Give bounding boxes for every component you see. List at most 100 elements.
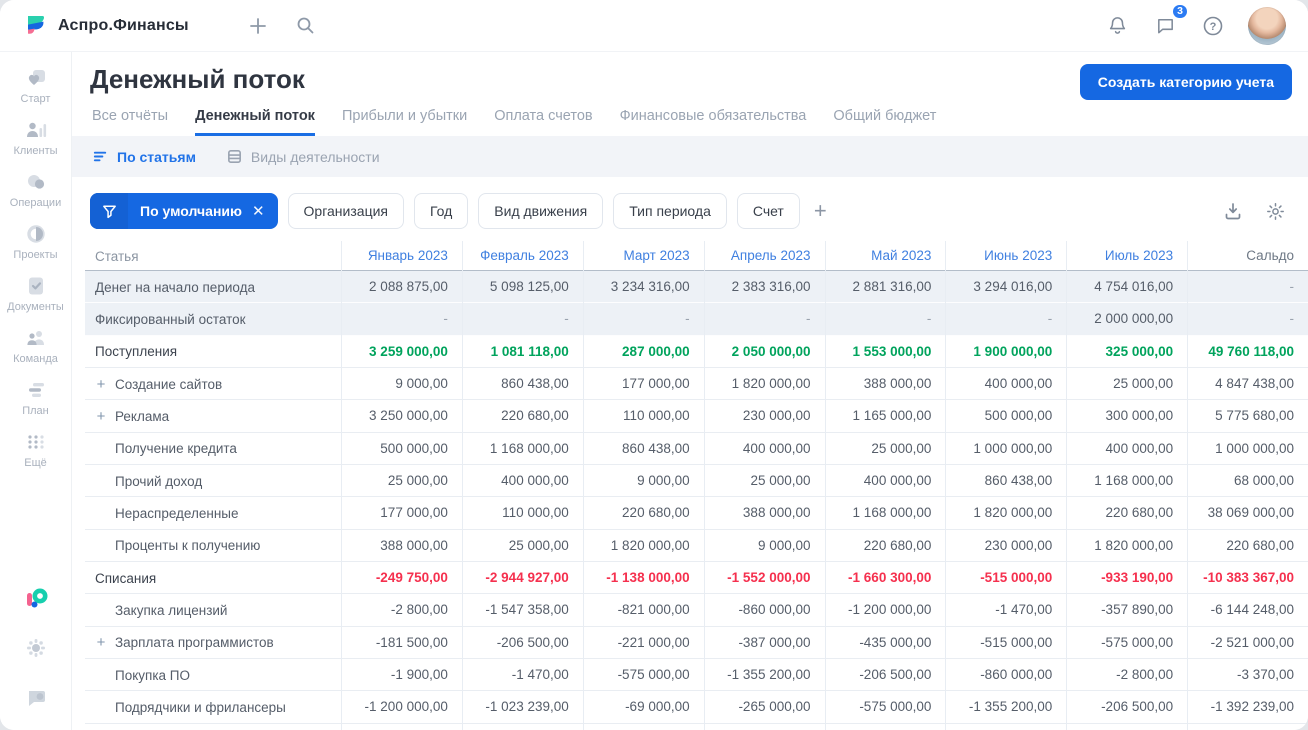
value-cell: 400 000,00	[945, 368, 1066, 401]
value-cell: -69 000,00	[582, 691, 704, 724]
table-row: Получение кредита 500 000,00 1 168 000,00 8…	[85, 432, 1308, 466]
sidebar-item-operations[interactable]: Операции	[4, 170, 68, 209]
tab-1[interactable]: Все отчёты	[92, 108, 168, 136]
messages-chat-icon[interactable]: 3	[1148, 2, 1189, 43]
user-avatar[interactable]	[1248, 6, 1286, 45]
column-header-month[interactable]: Январь 2023	[341, 241, 462, 271]
add-icon[interactable]	[241, 9, 275, 43]
row-label: Прочий доход	[115, 473, 203, 489]
tab-2[interactable]: Денежный поток	[195, 108, 315, 136]
settings-icon[interactable]	[22, 634, 50, 662]
value-cell: -575 000,00	[582, 659, 704, 692]
column-header-month[interactable]: Июль 2023	[1066, 241, 1187, 271]
value-cell: 9 000,00	[341, 368, 462, 401]
value-cell: 4 754 016,00	[1066, 271, 1187, 304]
filter-default-pill[interactable]: По умолчанию ✕	[90, 193, 278, 229]
row-label: Покупка ПО	[115, 667, 190, 683]
value-cell: -1 900,00	[341, 659, 462, 692]
value-cell: -2 800,00	[341, 594, 462, 627]
tab-6[interactable]: Общий бюджет	[833, 108, 936, 136]
filter-funnel-icon[interactable]	[90, 193, 128, 229]
filter-chip-2[interactable]: Год	[413, 193, 469, 229]
table-row: Покупка ПО -1 900,00 -1 470,00 -575 000,00-…	[85, 659, 1308, 692]
value-cell: 388 000,00	[824, 368, 946, 401]
sidebar-item-more[interactable]: Ещё	[4, 430, 68, 469]
row-label: Подрядчики и фрилансеры	[115, 700, 286, 716]
tab-3[interactable]: Прибыли и убытки	[342, 108, 467, 136]
sidebar-item-start[interactable]: Старт	[4, 66, 68, 105]
search-icon[interactable]	[289, 9, 323, 43]
value-cell: -860 000,00	[945, 659, 1066, 692]
table-row: + Реклама 3 250 000,00 220 680,00 110 000,00…	[85, 400, 1308, 433]
value-cell: 230 000,00	[945, 529, 1066, 563]
value-cell: 38 069 000,00	[1187, 497, 1308, 530]
sidebar-item-projects[interactable]: Проекты	[4, 222, 68, 261]
value-cell: 220 680,00	[582, 497, 704, 530]
value-cell: 220 680,00	[1187, 529, 1308, 563]
expand-plus-icon[interactable]: +	[95, 409, 107, 424]
filter-default-label: По умолчанию	[140, 203, 242, 219]
row-label: Создание сайтов	[115, 376, 223, 392]
value-cell: -1 023 239,00	[461, 691, 583, 724]
value-cell: -1 470,00	[945, 723, 1066, 730]
filter-chip-5[interactable]: Счет	[736, 193, 800, 229]
expand-plus-icon[interactable]: +	[95, 377, 107, 392]
table-row: Закупка лицензий -2 800,00 -1 547 358,00 -8…	[85, 594, 1308, 627]
tab-5[interactable]: Финансовые обязательства	[620, 108, 807, 136]
subtab-by-articles[interactable]: По статьям	[92, 148, 196, 165]
notifications-bell-icon[interactable]	[1100, 9, 1134, 43]
row-label: Поступления	[95, 344, 178, 360]
value-cell: 177 000,00	[341, 497, 462, 530]
sidebar-item-label: Документы	[7, 301, 64, 313]
clients-icon	[24, 118, 48, 142]
filter-chip-3[interactable]: Вид движения	[478, 193, 604, 229]
value-cell: 1 168 000,00	[1066, 465, 1187, 498]
row-label-cell: + Зарплата программистов	[85, 635, 341, 650]
subtab-activity-types[interactable]: Виды деятельности	[226, 148, 380, 165]
column-header-month[interactable]: Май 2023	[824, 241, 946, 271]
filter-clear-icon[interactable]: ✕	[250, 202, 278, 220]
help-icon[interactable]: ?	[1196, 9, 1230, 43]
value-cell: 1 820 000,00	[582, 529, 704, 563]
aspro-app-icon[interactable]	[22, 584, 50, 612]
column-header-month[interactable]: Февраль 2023	[461, 241, 583, 271]
value-cell: 2 383 316,00	[703, 271, 825, 304]
feedback-icon[interactable]	[22, 684, 50, 712]
sidebar-item-documents[interactable]: Документы	[4, 274, 68, 313]
value-cell: -1 200 000,00	[824, 594, 946, 627]
row-label: Списания	[95, 570, 157, 586]
row-label: Реклама	[115, 409, 170, 425]
export-download-icon[interactable]	[1222, 200, 1244, 222]
add-filter-icon[interactable]: +	[810, 200, 831, 222]
value-cell: 1 165 000,00	[824, 400, 946, 433]
row-label-cell: Нераспределенные	[85, 506, 341, 521]
value-cell: 5 098 125,00	[461, 271, 583, 304]
sidebar-item-team[interactable]: Команда	[4, 326, 68, 365]
column-header-month[interactable]: Март 2023	[582, 241, 704, 271]
value-cell: 388 000,00	[341, 529, 462, 563]
value-cell: -357 890,00	[1066, 723, 1187, 730]
value-cell: 400 000,00	[461, 465, 583, 498]
filter-chip-4[interactable]: Тип периода	[613, 193, 727, 229]
app-title: Аспро.Финансы	[58, 16, 189, 34]
value-cell: -206 500,00	[1066, 691, 1187, 724]
tab-4[interactable]: Оплата счетов	[494, 108, 592, 136]
column-header-month[interactable]: Апрель 2023	[703, 241, 825, 271]
row-label: Нераспределенные	[115, 506, 239, 522]
row-label: Денег на начало периода	[95, 279, 255, 295]
create-category-button[interactable]: Создать категорию учета	[1079, 64, 1292, 100]
value-cell: -821 000,00	[582, 594, 704, 627]
sidebar-item-clients[interactable]: Клиенты	[4, 118, 68, 157]
row-label-cell: + Реклама	[85, 409, 341, 424]
filter-chip-1[interactable]: Организация	[287, 193, 404, 229]
value-cell: 388 000,00	[703, 497, 825, 530]
table-row: + Создание сайтов 9 000,00 860 438,00 177 00…	[85, 368, 1308, 401]
table-settings-gear-icon[interactable]	[1264, 200, 1286, 222]
value-cell: 25 000,00	[341, 465, 462, 498]
column-header-month[interactable]: Июнь 2023	[945, 241, 1066, 271]
start-icon	[24, 66, 48, 90]
row-label: Проценты к получению	[115, 538, 261, 554]
expand-plus-icon[interactable]: +	[95, 635, 107, 650]
value-cell: -	[582, 303, 704, 336]
sidebar-item-plan[interactable]: План	[4, 378, 68, 417]
